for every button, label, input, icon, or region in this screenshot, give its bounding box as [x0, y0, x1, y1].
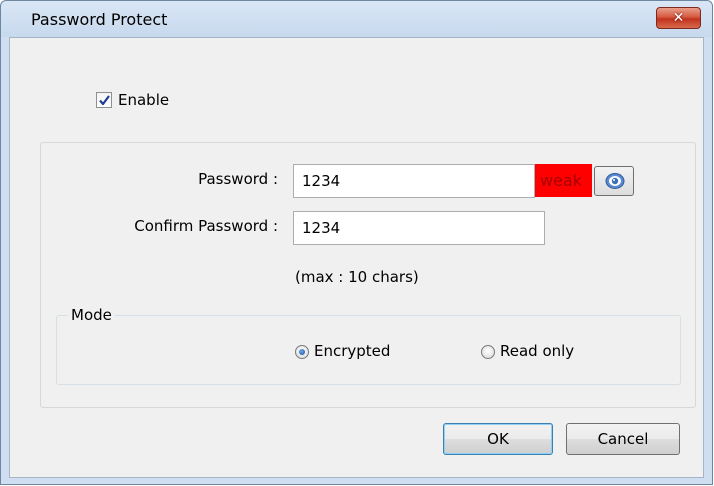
mode-legend: Mode — [68, 306, 115, 324]
password-label: Password : — [198, 170, 278, 188]
dialog-title: Password Protect — [31, 10, 168, 29]
password-strength-badge: weak — [535, 164, 592, 197]
checkmark-icon — [99, 95, 110, 106]
cancel-button[interactable]: Cancel — [566, 423, 680, 455]
title-bar[interactable]: Password Protect ✕ — [1, 1, 712, 37]
enable-label[interactable]: Enable — [118, 91, 169, 109]
close-icon: ✕ — [672, 10, 685, 26]
confirm-password-input[interactable]: 1234 — [293, 211, 545, 245]
encrypted-label[interactable]: Encrypted — [314, 342, 390, 360]
eye-icon — [605, 173, 625, 189]
close-button[interactable]: ✕ — [656, 7, 701, 29]
max-length-hint: (max : 10 chars) — [295, 268, 419, 286]
read-only-label[interactable]: Read only — [500, 342, 574, 360]
confirm-password-label: Confirm Password : — [134, 217, 278, 235]
enable-checkbox[interactable] — [96, 92, 112, 108]
read-only-radio[interactable] — [481, 345, 495, 359]
password-input[interactable]: 1234 — [293, 164, 535, 198]
encrypted-radio[interactable] — [295, 345, 309, 359]
show-password-button[interactable] — [594, 166, 634, 196]
ok-button[interactable]: OK — [443, 423, 553, 455]
